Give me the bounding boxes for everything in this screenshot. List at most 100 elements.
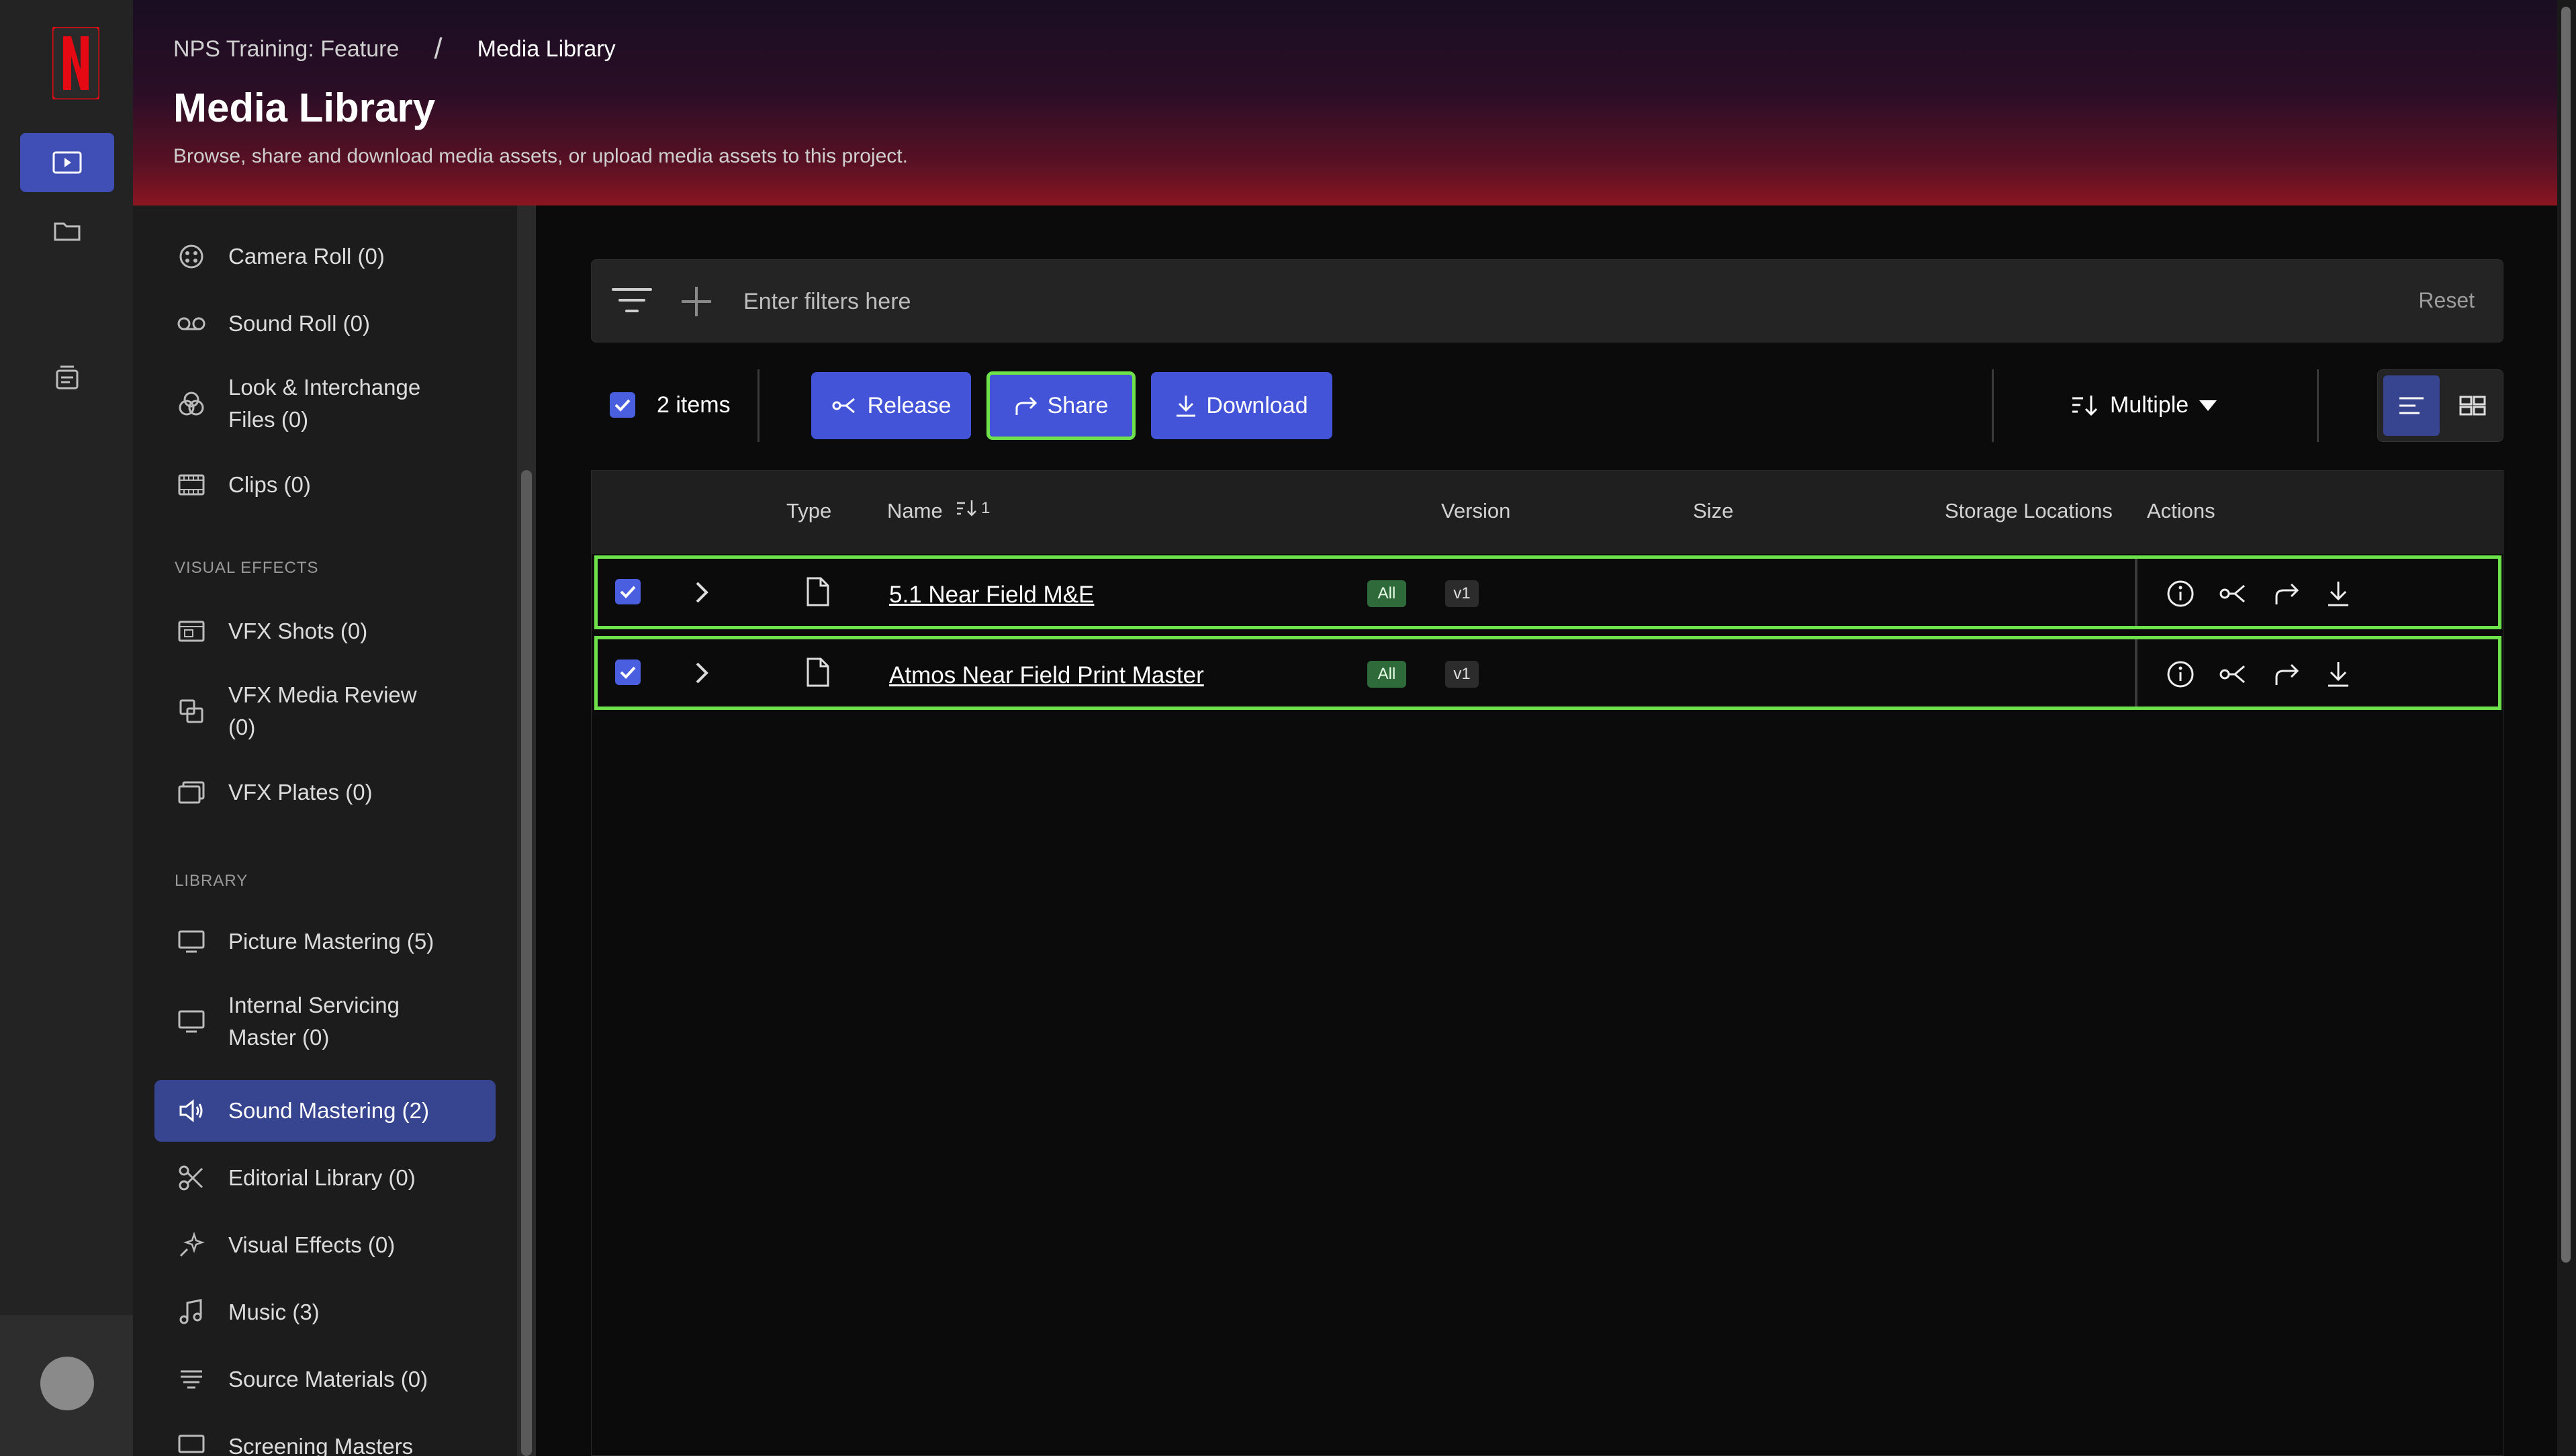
release-icon: [832, 398, 855, 414]
avatar[interactable]: [40, 1357, 94, 1410]
filter-bar: Reset: [591, 259, 2503, 343]
sparkle-icon: [154, 1232, 228, 1259]
column-storage-locations[interactable]: Storage Locations: [1945, 499, 2113, 523]
file-icon: [807, 577, 829, 606]
sidebar-item-clips[interactable]: Clips (0): [154, 461, 496, 509]
share-arrow-icon[interactable]: [2272, 579, 2301, 608]
sidebar-item-internal-servicing[interactable]: Internal Servicing Master (0): [154, 985, 496, 1058]
sidebar-item-label: Internal Servicing: [228, 993, 400, 1017]
sidebar-item-camera-roll[interactable]: Camera Roll (0): [154, 232, 496, 281]
breadcrumb-current: Media Library: [477, 36, 616, 62]
sidebar-item-sound-roll[interactable]: Sound Roll (0): [154, 300, 496, 348]
add-filter-icon[interactable]: [679, 284, 714, 319]
asset-name-link[interactable]: 5.1 Near Field M&E: [889, 582, 1094, 608]
grid-view-icon: [2459, 396, 2486, 416]
breadcrumb-separator: /: [434, 32, 443, 65]
sidebar-item-label: Source Materials (0): [228, 1367, 428, 1392]
share-arrow-icon[interactable]: [2272, 659, 2301, 689]
media-table: Type Name 1 Version Size Storage Locatio…: [591, 470, 2504, 1456]
vfx-plates-icon: [154, 781, 228, 804]
filmstrip-icon: [154, 474, 228, 496]
section-library: LIBRARY: [175, 872, 248, 890]
row-checkbox[interactable]: [615, 659, 641, 685]
sidebar-item-label: Sound Roll (0): [228, 311, 370, 336]
sidebar-item-label: Sound Mastering (2): [228, 1098, 429, 1123]
vfx-shot-icon: [154, 621, 228, 642]
list-view-button[interactable]: [2383, 375, 2440, 436]
status-badge: All: [1367, 661, 1406, 688]
sidebar-item-vfx-plates[interactable]: VFX Plates (0): [154, 768, 496, 817]
column-name[interactable]: Name: [887, 499, 943, 523]
sort-desc-icon: [957, 500, 976, 516]
grid-view-button[interactable]: [2446, 375, 2499, 436]
sidebar-item-screening-masters[interactable]: Screening Masters: [154, 1422, 496, 1456]
filter-icon[interactable]: [612, 285, 652, 315]
table-row[interactable]: Atmos Near Field Print Master All v1: [594, 636, 2501, 710]
rail-media-icon[interactable]: [20, 133, 114, 192]
monitor-icon: [154, 930, 228, 953]
row-checkbox[interactable]: [615, 579, 641, 604]
download-button[interactable]: Download: [1151, 372, 1332, 439]
asset-name-link[interactable]: Atmos Near Field Print Master: [889, 662, 1204, 689]
sidebar-item-picture-mastering[interactable]: Picture Mastering (5): [154, 917, 496, 966]
netflix-logo-icon[interactable]: [52, 27, 99, 99]
sidebar-item-source-materials[interactable]: Source Materials (0): [154, 1355, 496, 1404]
info-icon[interactable]: [2166, 579, 2195, 608]
caret-down-icon: [2199, 400, 2217, 411]
app-rail: [0, 0, 133, 1456]
sidebar-scrollbar-thumb[interactable]: [521, 470, 532, 1456]
sidebar-item-label: Visual Effects (0): [228, 1232, 396, 1257]
share-button[interactable]: Share: [986, 371, 1136, 440]
select-all-checkbox[interactable]: [610, 392, 635, 418]
sidebar-item-label: Clips (0): [228, 472, 311, 497]
column-size[interactable]: Size: [1693, 499, 1733, 523]
table-header: Type Name 1 Version Size Storage Locatio…: [592, 471, 2504, 554]
name-sort-indicator[interactable]: 1: [956, 499, 990, 518]
release-button-label: Release: [867, 392, 952, 418]
sidebar-item-label: VFX Media Review: [228, 682, 417, 707]
sidebar-item-music[interactable]: Music (3): [154, 1288, 496, 1336]
selected-count: 2 items: [657, 392, 731, 418]
reset-button[interactable]: Reset: [2418, 288, 2475, 313]
rail-tasks-icon[interactable]: [20, 348, 114, 407]
sidebar-item-editorial-library[interactable]: Editorial Library (0): [154, 1154, 496, 1202]
release-button[interactable]: Release: [811, 372, 971, 439]
section-visual-effects: VISUAL EFFECTS: [175, 559, 319, 577]
sidebar-item-vfx-media-review[interactable]: VFX Media Review (0): [154, 674, 496, 748]
toolbar-divider: [757, 369, 760, 442]
sidebar-item-look-interchange[interactable]: Look & Interchange Files (0): [154, 367, 496, 441]
sort-dropdown[interactable]: Multiple: [2071, 392, 2218, 418]
info-icon[interactable]: [2166, 659, 2195, 689]
chevron-right-icon[interactable]: [692, 659, 712, 686]
view-toggle: [2377, 369, 2503, 442]
table-row[interactable]: 5.1 Near Field M&E All v1: [594, 555, 2501, 629]
sidebar-item-label-2: Files (0): [228, 407, 309, 432]
release-icon[interactable]: [2219, 579, 2248, 608]
download-button-label: Download: [1206, 392, 1308, 418]
check-icon: [620, 666, 636, 679]
column-version[interactable]: Version: [1441, 499, 1510, 523]
sidebar-item-visual-effects[interactable]: Visual Effects (0): [154, 1221, 496, 1269]
download-icon[interactable]: [2324, 579, 2353, 608]
chevron-right-icon[interactable]: [692, 579, 712, 606]
download-icon: [1177, 396, 1196, 417]
sidebar-item-label: VFX Shots (0): [228, 619, 368, 643]
breadcrumb-project[interactable]: NPS Training: Feature: [173, 36, 399, 62]
sidebar-item-label-2: Master (0): [228, 1025, 330, 1050]
filter-input[interactable]: [743, 280, 2221, 323]
sidebar-item-sound-mastering[interactable]: Sound Mastering (2): [154, 1080, 496, 1142]
download-icon[interactable]: [2324, 659, 2353, 689]
page-scrollbar-thumb[interactable]: [2561, 7, 2571, 1263]
toolbar-divider: [1992, 369, 1994, 442]
check-icon: [620, 586, 636, 598]
layers-icon: [154, 1367, 228, 1392]
rail-folder-icon[interactable]: [20, 201, 114, 261]
list-view-icon: [2399, 397, 2424, 414]
sidebar-item-vfx-shots[interactable]: VFX Shots (0): [154, 607, 496, 655]
sidebar-item-label: Screening Masters: [228, 1434, 414, 1456]
sidebar: Camera Roll (0) Sound Roll (0) Look & In…: [133, 206, 536, 1456]
column-type[interactable]: Type: [786, 499, 831, 523]
status-badge: All: [1367, 580, 1406, 607]
release-icon[interactable]: [2219, 659, 2248, 689]
screening-icon: [154, 1435, 228, 1456]
